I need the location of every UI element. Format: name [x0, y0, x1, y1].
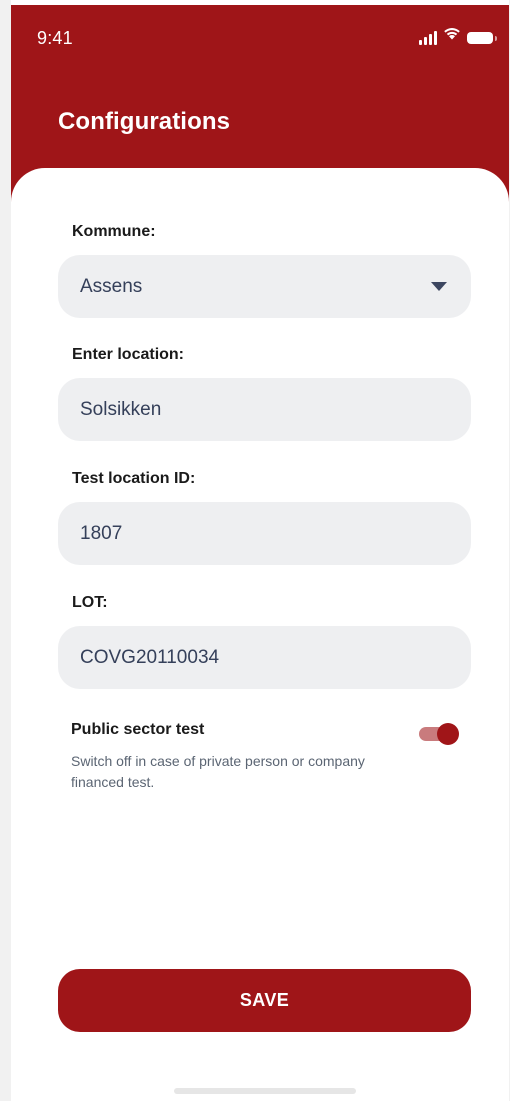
toggle-knob [437, 723, 459, 745]
chevron-down-icon [431, 282, 447, 291]
test-location-id-value: 1807 [80, 522, 123, 544]
location-value: Solsikken [80, 398, 162, 420]
signal-icon [419, 31, 437, 45]
kommune-label: Kommune: [72, 223, 156, 240]
public-sector-test-toggle[interactable] [419, 723, 459, 745]
configurations-screen: 9:41 Configurations Kommune: Assens Ente… [11, 0, 509, 1101]
page-title: Configurations [58, 108, 231, 135]
test-location-id-label: Test location ID: [72, 470, 196, 487]
kommune-select[interactable]: Assens [58, 255, 471, 318]
wifi-icon [443, 26, 461, 45]
status-time: 9:41 [37, 28, 73, 48]
lot-label: LOT: [72, 594, 108, 611]
location-input[interactable]: Solsikken [58, 378, 471, 441]
lot-value: COVG20110034 [80, 646, 220, 668]
kommune-value: Assens [80, 275, 143, 297]
public-sector-test-title: Public sector test [71, 721, 205, 738]
status-icons [419, 26, 497, 45]
save-button[interactable]: SAVE [58, 969, 471, 1032]
home-indicator [174, 1088, 356, 1094]
public-sector-test-description: Switch off in case of private person or … [71, 753, 365, 790]
location-label: Enter location: [72, 346, 185, 363]
battery-icon [467, 32, 497, 44]
test-location-id-input[interactable]: 1807 [58, 502, 471, 565]
lot-input[interactable]: COVG20110034 [58, 626, 471, 689]
status-bar: 9:41 [11, 5, 509, 65]
